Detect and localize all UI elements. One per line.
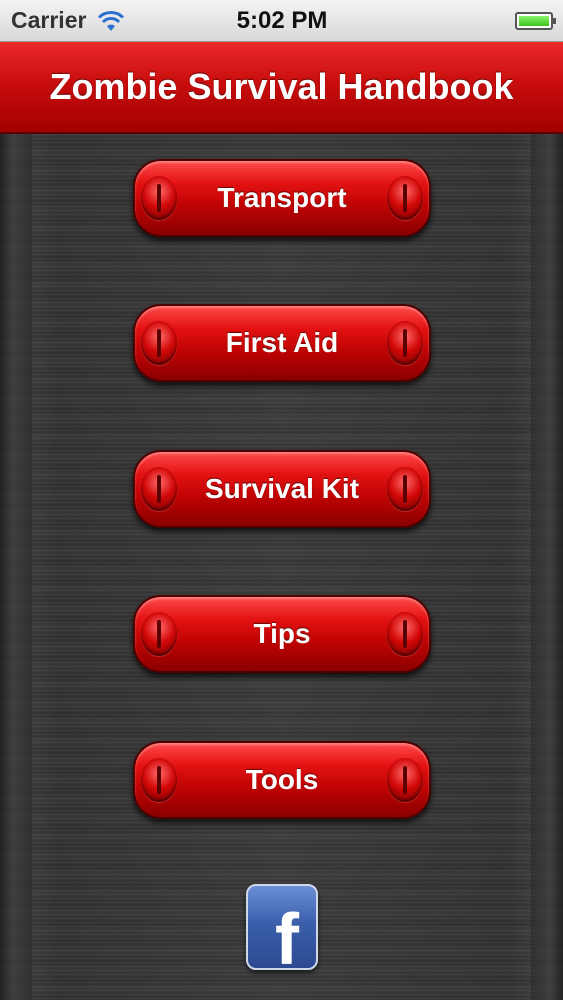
survival-kit-button[interactable]: Survival Kit: [133, 450, 431, 528]
rivet-icon: [387, 467, 423, 511]
left-rail: [0, 134, 32, 1000]
rivet-icon: [141, 612, 177, 656]
rivet-icon: [141, 176, 177, 220]
facebook-icon[interactable]: f: [246, 884, 318, 970]
rivet-icon: [387, 176, 423, 220]
navigation-bar: Zombie Survival Handbook: [0, 42, 563, 134]
first-aid-button-label: First Aid: [225, 327, 339, 358]
carrier-group: Carrier: [11, 7, 151, 34]
rivet-icon: [387, 321, 423, 365]
battery-group: [413, 11, 556, 30]
rivet-icon: [387, 612, 423, 656]
battery-icon: [514, 11, 556, 30]
first-aid-button[interactable]: First Aid: [133, 304, 431, 382]
page-title: Zombie Survival Handbook: [49, 66, 514, 107]
tips-button[interactable]: Tips: [133, 595, 431, 673]
right-rail: [531, 134, 563, 1000]
rivet-icon: [141, 758, 177, 802]
status-bar: Carrier 5:02 PM: [0, 0, 563, 42]
battery-fill: [518, 15, 549, 26]
brushed-metal-background: [0, 134, 563, 1000]
carrier-label: Carrier: [11, 7, 87, 33]
survival-kit-button-label: Survival Kit: [204, 473, 360, 504]
transport-button[interactable]: Transport: [133, 159, 431, 237]
rivet-icon: [141, 467, 177, 511]
facebook-glyph: f: [275, 900, 299, 970]
rivet-icon: [387, 758, 423, 802]
rivet-icon: [141, 321, 177, 365]
tips-button-label: Tips: [253, 618, 311, 649]
status-time: 5:02 PM: [236, 6, 328, 34]
transport-button-label: Transport: [217, 182, 347, 213]
tools-button-label: Tools: [245, 764, 319, 795]
tools-button[interactable]: Tools: [133, 741, 431, 819]
wifi-icon: [98, 10, 125, 31]
